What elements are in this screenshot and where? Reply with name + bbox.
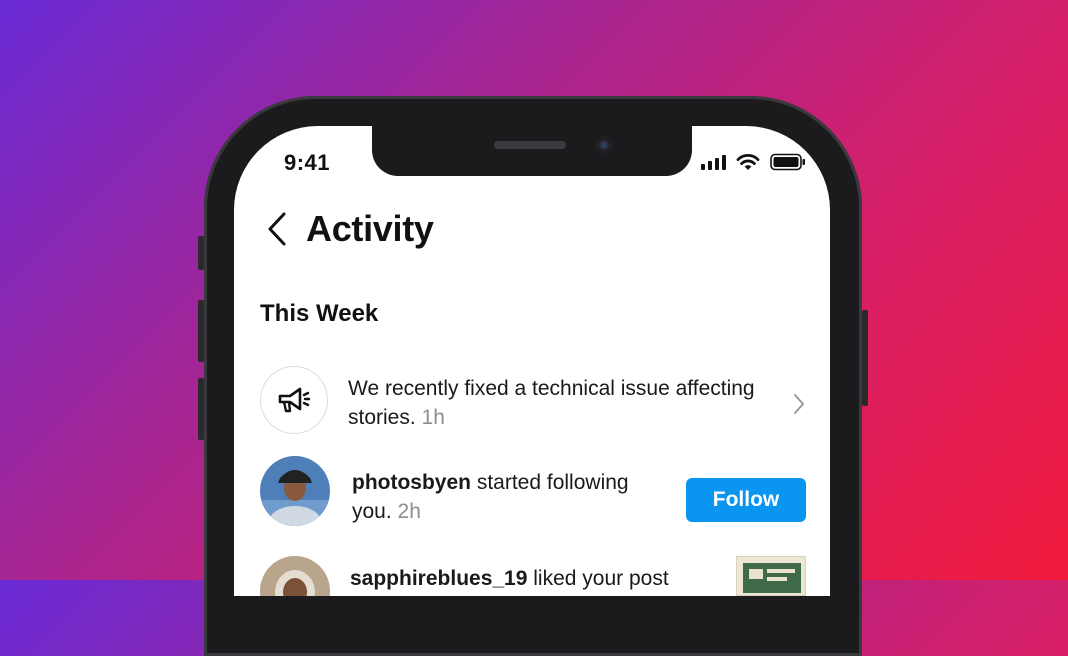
username-link[interactable]: sapphireblues_19 [350, 567, 527, 590]
speaker-grille [494, 141, 566, 149]
phone-side-button [198, 378, 204, 440]
notification-follow[interactable]: photosbyen started following you. 2h Fol… [260, 456, 806, 528]
back-button[interactable] [266, 209, 294, 249]
phone-screen: 9:41 Activity This Week We recently fixe… [234, 126, 830, 596]
section-title-this-week: This Week [260, 300, 379, 327]
notification-like[interactable]: sapphireblues_19 liked your post [260, 556, 806, 596]
notification-announcement[interactable]: We recently fixed a technical issue affe… [260, 366, 806, 438]
announcement-message: We recently fixed a technical issue affe… [348, 377, 755, 429]
avatar[interactable] [260, 556, 330, 596]
front-camera [595, 136, 613, 154]
chevron-right-icon[interactable] [792, 392, 806, 416]
signal-icon [701, 154, 726, 170]
chevron-left-icon [268, 212, 286, 246]
notification-text: photosbyen started following you. 2h [352, 468, 672, 526]
page-title: Activity [306, 208, 434, 249]
like-action: liked your post [533, 567, 669, 590]
phone-side-button [198, 300, 204, 362]
avatar[interactable] [260, 456, 330, 526]
follow-button[interactable]: Follow [686, 478, 806, 522]
announcement-icon-circle [260, 366, 328, 434]
notification-time: 1h [421, 406, 445, 429]
notification-time: 2h [397, 500, 421, 523]
notification-text: sapphireblues_19 liked your post [350, 564, 730, 593]
status-icons [701, 153, 806, 171]
notch [372, 126, 692, 176]
battery-icon [770, 153, 805, 171]
phone-side-button [198, 236, 204, 270]
status-time: 9:41 [284, 150, 331, 175]
username-link[interactable]: photosbyen [352, 471, 471, 494]
phone-side-button [862, 310, 868, 406]
activity-header: Activity [266, 208, 434, 250]
post-thumbnail[interactable] [736, 556, 806, 596]
megaphone-icon [278, 387, 311, 413]
notification-text: We recently fixed a technical issue affe… [348, 374, 768, 432]
wifi-icon [736, 154, 760, 170]
